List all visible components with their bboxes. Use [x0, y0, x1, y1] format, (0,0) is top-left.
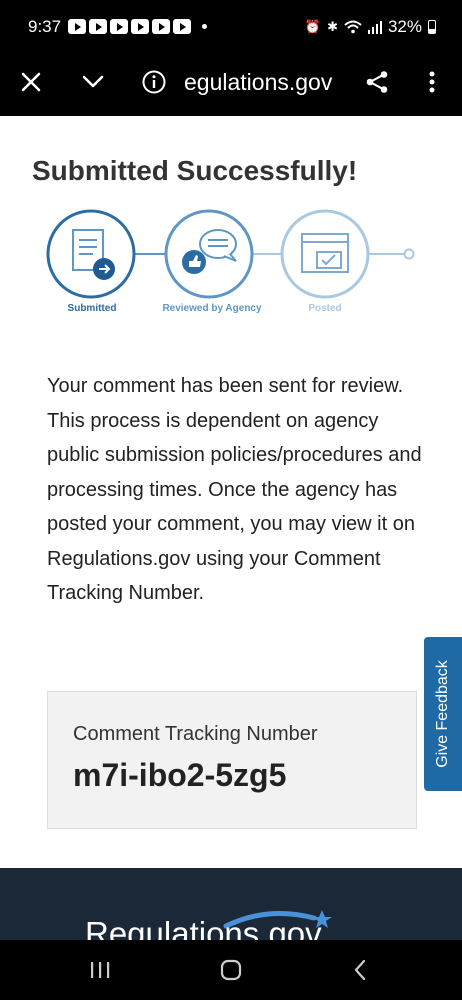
back-icon: [354, 959, 366, 981]
status-time: 9:37: [28, 17, 62, 36]
system-nav-bar: [0, 940, 462, 1000]
page-content: Submitted Successfully! Submitted Review…: [0, 116, 462, 868]
url-display[interactable]: egulations.gov: [184, 69, 332, 96]
browser-toolbar: egulations.gov: [0, 50, 462, 116]
recent-apps-button[interactable]: [75, 950, 125, 990]
step-submitted-icon: [46, 209, 136, 299]
bluetooth-icon: ✱: [327, 19, 338, 34]
signal-icon: [367, 21, 382, 34]
step-reviewed-icon: [164, 209, 254, 299]
tracking-label: Comment Tracking Number: [73, 723, 318, 745]
more-vert-icon: [429, 71, 435, 93]
give-feedback-label: Give Feedback: [434, 660, 451, 768]
recent-apps-icon: [91, 962, 110, 978]
back-button[interactable]: [335, 950, 385, 990]
give-feedback-tab[interactable]: Give Feedback: [424, 637, 462, 791]
play-icon: [68, 19, 86, 34]
step-label-posted: Posted: [308, 303, 342, 314]
tracking-number: m7i-ibo2-5zg5: [73, 757, 287, 793]
info-icon: [142, 70, 166, 94]
footer-logo[interactable]: Regulations.gov: [85, 915, 322, 940]
play-icon: [110, 19, 128, 34]
play-icon: [89, 19, 107, 34]
share-button[interactable]: [357, 62, 397, 102]
step-label-reviewed: Reviewed by Agency: [162, 303, 262, 314]
system-status: ⏰ ✱ 32%: [305, 17, 436, 37]
step-posted-icon: [280, 209, 370, 299]
confirmation-message: Your comment has been sent for review. T…: [47, 375, 422, 604]
page-title: Submitted Successfully!: [32, 155, 358, 186]
home-icon: [220, 959, 242, 981]
play-icon: [173, 19, 191, 34]
close-icon: [21, 72, 41, 92]
site-info-button[interactable]: [134, 62, 174, 102]
site-footer: Regulations.gov: [0, 868, 462, 940]
progress-end-dot: [403, 248, 415, 260]
chevron-down-icon: [82, 75, 104, 88]
play-icon: [152, 19, 170, 34]
play-icon: [131, 19, 149, 34]
battery-percent: 32%: [387, 17, 422, 36]
close-tab-button[interactable]: [11, 62, 51, 102]
home-button[interactable]: [206, 950, 256, 990]
minimize-button[interactable]: [73, 62, 113, 102]
menu-button[interactable]: [412, 62, 452, 102]
battery-icon: [428, 20, 436, 34]
tracking-number-box: Comment Tracking Number m7i-ibo2-5zg5: [47, 691, 417, 829]
alarm-icon: ⏰: [304, 19, 322, 34]
wifi-icon: [344, 20, 362, 34]
step-label-submitted: Submitted: [67, 303, 117, 314]
more-notifications-dot: [202, 24, 207, 29]
status-bar: 9:37 ⏰ ✱ 32%: [0, 0, 462, 50]
share-icon: [366, 71, 388, 93]
notification-icons: [68, 19, 207, 34]
